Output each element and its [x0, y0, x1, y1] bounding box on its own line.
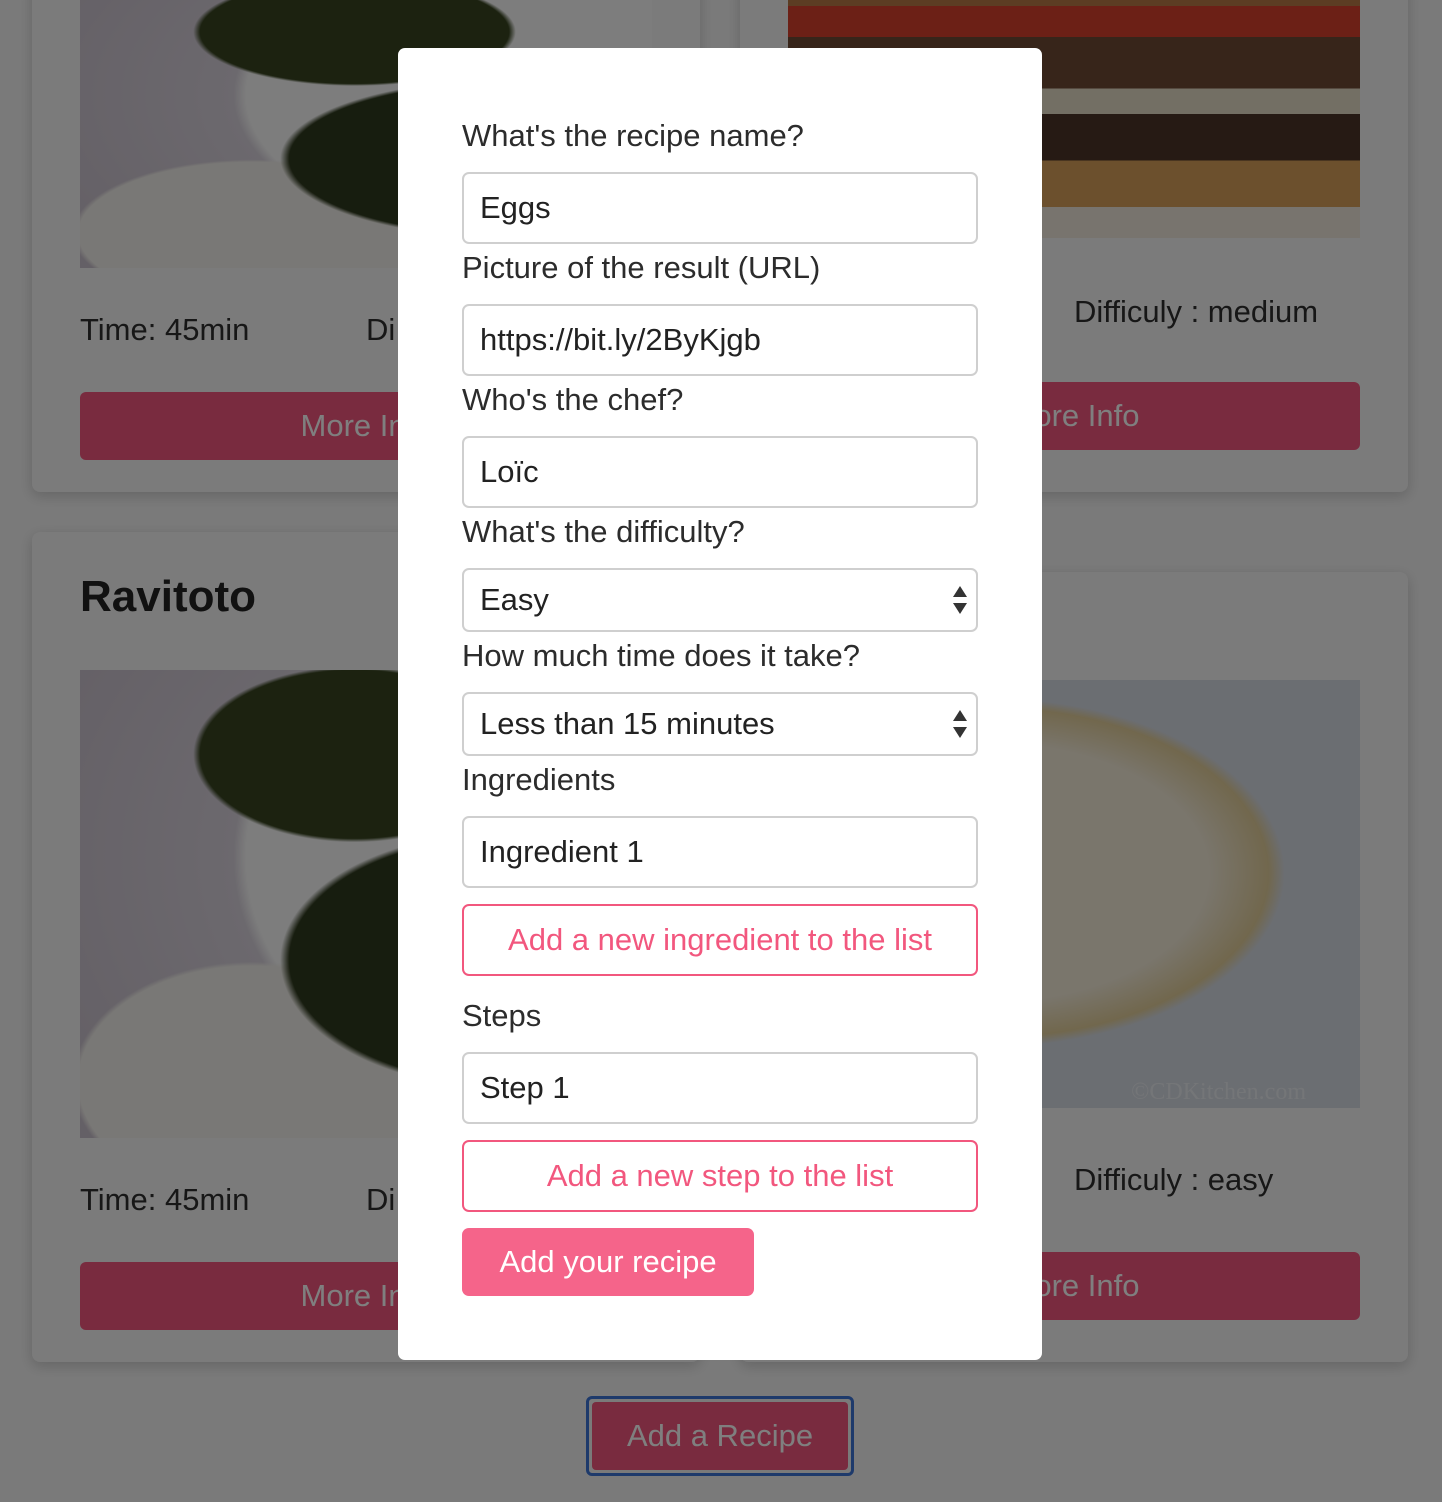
steps-label: Steps: [462, 998, 542, 1033]
difficulty-label: What's the difficulty?: [462, 514, 745, 549]
select-arrows-icon: [953, 586, 967, 614]
chef-label: Who's the chef?: [462, 382, 684, 417]
add-recipe-modal: What's the recipe name? Picture of the r…: [398, 48, 1042, 1360]
time-select[interactable]: Less than 15 minutes: [462, 692, 978, 756]
add-ingredient-button[interactable]: Add a new ingredient to the list: [462, 904, 978, 976]
time-selected-value: Less than 15 minutes: [480, 706, 775, 741]
difficulty-selected-value: Easy: [480, 582, 549, 617]
add-your-recipe-button[interactable]: Add your recipe: [462, 1228, 754, 1296]
select-arrows-icon: [953, 710, 967, 738]
recipe-name-label: What's the recipe name?: [462, 118, 804, 153]
step-input[interactable]: [462, 1052, 978, 1124]
add-step-button[interactable]: Add a new step to the list: [462, 1140, 978, 1212]
picture-url-input[interactable]: [462, 304, 978, 376]
difficulty-select[interactable]: Easy: [462, 568, 978, 632]
ingredient-input[interactable]: [462, 816, 978, 888]
recipe-name-input[interactable]: [462, 172, 978, 244]
ingredients-label: Ingredients: [462, 762, 616, 797]
picture-url-label: Picture of the result (URL): [462, 250, 821, 285]
time-label: How much time does it take?: [462, 638, 861, 673]
chef-input[interactable]: [462, 436, 978, 508]
